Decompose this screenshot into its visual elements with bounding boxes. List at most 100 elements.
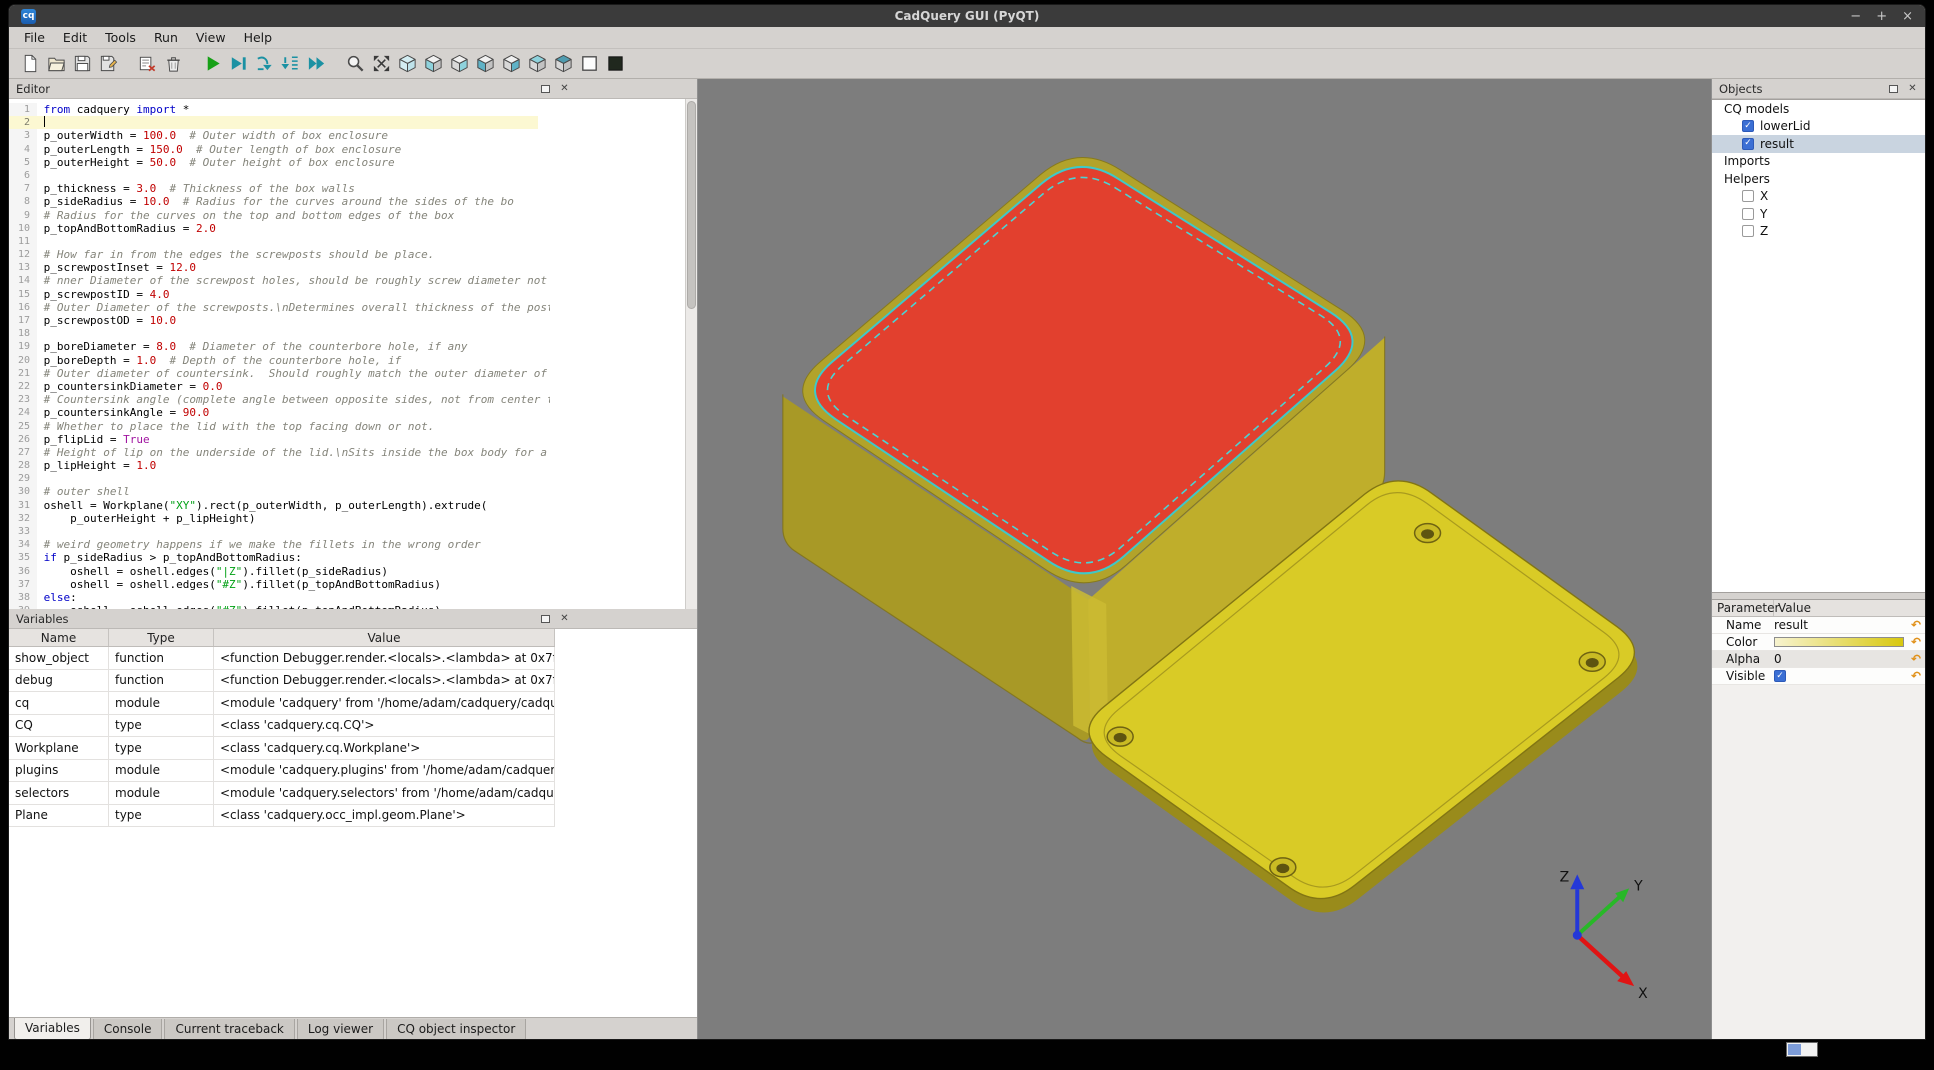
code-line: 27 # Height of lip on the underside of t…	[9, 446, 550, 459]
color-swatch[interactable]	[1774, 637, 1904, 647]
menu-file[interactable]: File	[15, 28, 54, 47]
variables-close-button[interactable]: ✕	[558, 612, 571, 625]
view-right-button[interactable]	[498, 51, 524, 77]
revert-arrow-icon[interactable]: ↶	[1907, 635, 1925, 649]
view-top-button[interactable]	[524, 51, 550, 77]
revert-arrow-icon[interactable]: ↶	[1907, 669, 1925, 683]
tab-log-viewer[interactable]: Log viewer	[297, 1019, 384, 1040]
view-left-button[interactable]	[472, 51, 498, 77]
variable-row-cq[interactable]: cqmodule<module 'cadquery' from '/home/a…	[9, 692, 555, 715]
line-text: from cadquery import *	[37, 103, 189, 116]
scrollbar-thumb[interactable]	[687, 101, 696, 309]
parameter-row-color[interactable]: Color↶	[1712, 634, 1925, 651]
square-outline-button[interactable]	[576, 51, 602, 77]
parameter-value[interactable]: 0	[1774, 652, 1907, 666]
close-button[interactable]: ×	[1902, 10, 1913, 23]
view-back-button[interactable]	[446, 51, 472, 77]
variable-row-Plane[interactable]: Planetype<class 'cadquery.occ_impl.geom.…	[9, 805, 555, 828]
editor-float-button[interactable]	[539, 82, 552, 95]
variable-row-CQ[interactable]: CQtype<class 'cadquery.cq.CQ'>	[9, 715, 555, 738]
menu-help[interactable]: Help	[235, 28, 282, 47]
variable-row-plugins[interactable]: pluginsmodule<module 'cadquery.plugins' …	[9, 760, 555, 783]
open-file-button[interactable]	[43, 51, 69, 77]
view-bottom-button[interactable]	[550, 51, 576, 77]
delete-button[interactable]	[160, 51, 186, 77]
zoom-button[interactable]	[342, 51, 368, 77]
checkbox-y[interactable]	[1742, 208, 1754, 220]
step-into-button[interactable]	[277, 51, 303, 77]
tree-item-z[interactable]: Z	[1712, 223, 1925, 241]
step-over-button[interactable]	[251, 51, 277, 77]
variables-column-name[interactable]: Name	[9, 629, 109, 646]
variables-float-button[interactable]	[539, 612, 552, 625]
parameter-row-alpha[interactable]: Alpha0↶	[1712, 651, 1925, 668]
line-text: p_countersinkDiameter = 0.0	[37, 380, 222, 393]
tree-item-lowerlid[interactable]: lowerLid	[1712, 118, 1925, 136]
line-text: p_outerLength = 150.0 # Outer length of …	[37, 143, 401, 156]
close-icon: ✕	[1908, 84, 1916, 94]
continue-button[interactable]	[303, 51, 329, 77]
tab-console[interactable]: Console	[93, 1019, 163, 1040]
float-icon	[541, 615, 550, 623]
tree-item-y[interactable]: Y	[1712, 205, 1925, 223]
viewport-3d[interactable]: Z Y X	[698, 79, 1711, 1039]
editor-scrollbar[interactable]	[685, 99, 697, 609]
editor-close-button[interactable]: ✕	[558, 82, 571, 95]
titlebar[interactable]: cq CadQuery GUI (PyQT) −+×	[9, 5, 1925, 27]
view-front-button[interactable]	[420, 51, 446, 77]
parameter-row-visible[interactable]: Visible↶	[1712, 668, 1925, 685]
parameter-row-name[interactable]: Nameresult↶	[1712, 617, 1925, 634]
variable-row-debug[interactable]: debugfunction<function Debugger.render.<…	[9, 670, 555, 693]
run-button[interactable]	[199, 51, 225, 77]
variable-row-show_object[interactable]: show_objectfunction<function Debugger.re…	[9, 647, 555, 670]
tree-group-cq-models[interactable]: CQ models	[1712, 100, 1925, 118]
view-top-icon	[527, 53, 548, 74]
checkbox-x[interactable]	[1742, 190, 1754, 202]
tree-item-x[interactable]: X	[1712, 188, 1925, 206]
view-iso-button[interactable]	[394, 51, 420, 77]
parameter-value[interactable]: result	[1774, 618, 1907, 632]
menu-tools[interactable]: Tools	[96, 28, 145, 47]
variables-table-header: NameTypeValue	[9, 629, 555, 647]
code-editor[interactable]: 1 from cadquery import *2 3 p_outerWidth…	[9, 99, 697, 609]
checkbox-z[interactable]	[1742, 225, 1754, 237]
variable-row-selectors[interactable]: selectorsmodule<module 'cadquery.selecto…	[9, 782, 555, 805]
tab-variables[interactable]: Variables	[14, 1018, 91, 1040]
square-filled-button[interactable]	[602, 51, 628, 77]
tree-item-result[interactable]: result	[1712, 135, 1925, 153]
variables-column-type[interactable]: Type	[109, 629, 214, 646]
parameter-value[interactable]	[1774, 670, 1907, 682]
menu-run[interactable]: Run	[145, 28, 187, 47]
bottom-tabbar: VariablesConsoleCurrent tracebackLog vie…	[9, 1017, 697, 1040]
axis-origin	[1573, 931, 1582, 940]
parameter-value[interactable]	[1774, 637, 1907, 647]
checkbox-result[interactable]	[1742, 138, 1754, 150]
debug-button[interactable]	[225, 51, 251, 77]
tab-cq-object-inspector[interactable]: CQ object inspector	[386, 1019, 526, 1040]
revert-arrow-icon[interactable]: ↶	[1907, 618, 1925, 632]
tree-group-helpers[interactable]: Helpers	[1712, 170, 1925, 188]
tree-group-imports[interactable]: Imports	[1712, 153, 1925, 171]
variables-column-value[interactable]: Value	[214, 629, 555, 646]
screen: cq CadQuery GUI (PyQT) −+× FileEditTools…	[0, 0, 1934, 1070]
revert-arrow-icon[interactable]: ↶	[1907, 652, 1925, 666]
maximize-button[interactable]: +	[1876, 10, 1887, 23]
new-file-button[interactable]	[17, 51, 43, 77]
code-line: 5 p_outerHeight = 50.0 # Outer height of…	[9, 156, 550, 169]
checkbox-lowerlid[interactable]	[1742, 120, 1754, 132]
fit-view-button[interactable]	[368, 51, 394, 77]
save-as-button[interactable]	[95, 51, 121, 77]
variable-row-Workplane[interactable]: Workplanetype<class 'cadquery.cq.Workpla…	[9, 737, 555, 760]
tab-current-traceback[interactable]: Current traceback	[164, 1019, 294, 1040]
checkbox-visible[interactable]	[1774, 670, 1786, 682]
objects-float-button[interactable]	[1887, 82, 1900, 95]
objects-close-button[interactable]: ✕	[1906, 82, 1919, 95]
y-axis	[1577, 897, 1619, 935]
minimize-button[interactable]: −	[1850, 10, 1861, 23]
window-title: CadQuery GUI (PyQT)	[9, 9, 1925, 23]
clear-button[interactable]	[134, 51, 160, 77]
menu-view[interactable]: View	[187, 28, 235, 47]
code-line: 31 oshell = Workplane("XY").rect(p_outer…	[9, 499, 550, 512]
menu-edit[interactable]: Edit	[54, 28, 96, 47]
save-button[interactable]	[69, 51, 95, 77]
